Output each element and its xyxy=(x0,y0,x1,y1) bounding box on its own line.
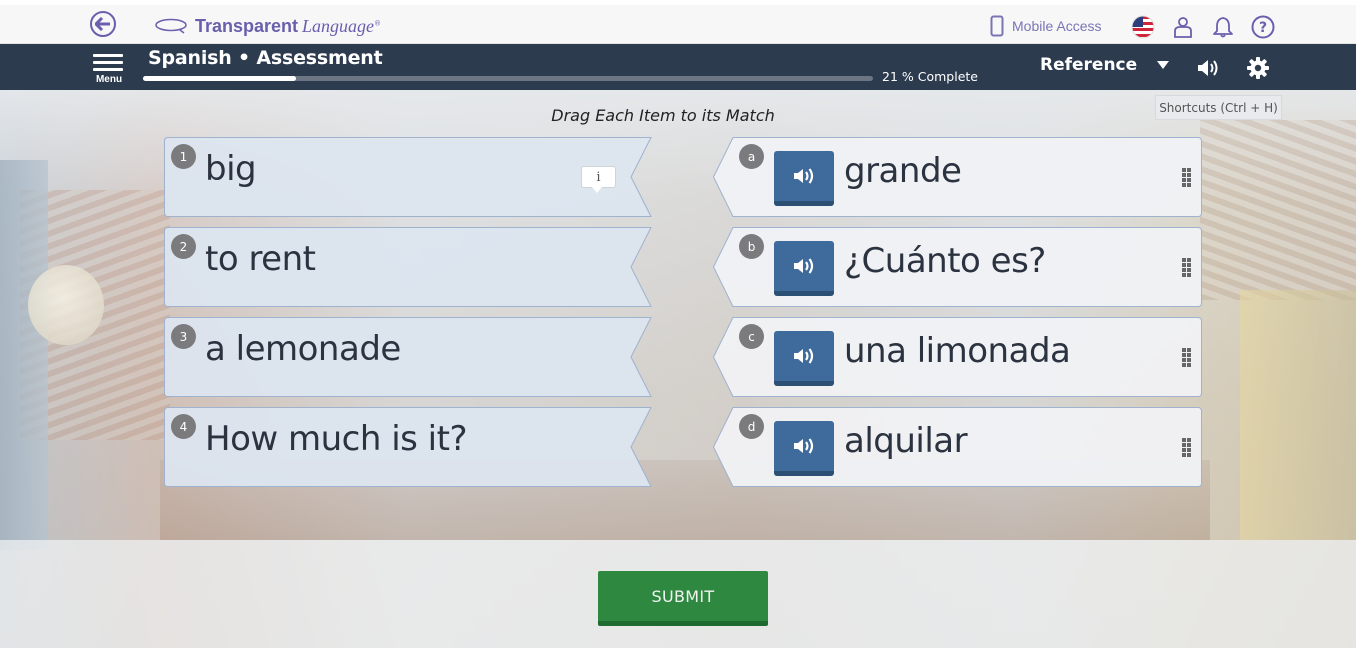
mobile-phone-icon xyxy=(990,15,1004,37)
prompt-card: 4 How much is it? xyxy=(164,407,652,487)
play-audio-button[interactable] xyxy=(774,421,834,476)
us-flag-icon xyxy=(1131,15,1155,39)
drag-handle-icon[interactable] xyxy=(1182,348,1191,368)
bell-icon xyxy=(1213,17,1233,38)
play-audio-button[interactable] xyxy=(774,241,834,296)
transparent-language-logo[interactable]: Transparent Language® xyxy=(154,13,381,39)
answer-text: una limonada xyxy=(844,331,1071,371)
prompt-number-badge: 3 xyxy=(171,324,196,349)
menu-icon-bar xyxy=(93,61,123,64)
logo-language-text: Language xyxy=(302,15,375,36)
registered-mark: ® xyxy=(374,19,382,28)
prompt-text: to rent xyxy=(205,239,316,279)
background-lamp-globe xyxy=(28,265,104,345)
course-navbar: Menu Spanish • Assessment 21 % Complete … xyxy=(0,44,1356,90)
play-audio-button[interactable] xyxy=(774,151,834,206)
progress-text: 21 % Complete xyxy=(882,69,978,84)
prompt-text: a lemonade xyxy=(205,329,401,369)
help-icon: ? xyxy=(1251,15,1275,39)
prompt-number-badge: 4 xyxy=(171,414,196,439)
answer-text: grande xyxy=(844,151,962,191)
drag-handle-icon[interactable] xyxy=(1182,258,1191,278)
submit-button[interactable]: SUBMIT xyxy=(598,571,768,626)
answer-letter-badge: a xyxy=(739,144,764,169)
reference-label: Reference xyxy=(1040,55,1138,75)
mobile-access-link[interactable]: Mobile Access xyxy=(990,14,1101,38)
prompt-text: big xyxy=(205,149,257,189)
background-lamp-post xyxy=(0,160,48,550)
answer-card-draggable[interactable]: c una limonada xyxy=(713,317,1202,397)
activity-instruction: Drag Each Item to its Match xyxy=(551,106,775,125)
svg-text:?: ? xyxy=(1259,20,1267,36)
prompt-card: 3 a lemonade xyxy=(164,317,652,397)
language-flag-button[interactable] xyxy=(1131,15,1155,39)
play-audio-button[interactable] xyxy=(774,331,834,386)
background-roof-right xyxy=(1200,120,1356,300)
profile-button[interactable] xyxy=(1171,15,1195,39)
progress-bar-fill xyxy=(143,76,297,81)
info-tooltip-button[interactable]: i xyxy=(581,166,616,193)
top-header: Transparent Language® Mobile Access ? xyxy=(0,0,1356,44)
background-house-right xyxy=(1240,290,1356,540)
prompt-number-badge: 1 xyxy=(171,144,196,169)
logo-speech-bubble-icon xyxy=(155,18,187,34)
answer-letter-badge: d xyxy=(739,414,764,439)
course-title: Spanish • Assessment xyxy=(148,47,383,69)
answer-text: ¿Cuánto es? xyxy=(844,241,1046,281)
speaker-icon xyxy=(794,168,814,184)
back-arrow-icon xyxy=(95,17,110,31)
menu-icon xyxy=(93,54,123,57)
prompt-text: How much is it? xyxy=(205,419,468,459)
drag-handle-icon[interactable] xyxy=(1182,438,1191,458)
speaker-icon xyxy=(1198,60,1218,76)
notifications-button[interactable] xyxy=(1211,15,1235,39)
back-button[interactable] xyxy=(90,11,116,37)
prompt-card: 1 big i xyxy=(164,137,652,217)
menu-label: Menu xyxy=(95,74,123,85)
mobile-access-label: Mobile Access xyxy=(1012,18,1102,34)
menu-button[interactable]: Menu xyxy=(92,52,126,88)
help-button[interactable]: ? xyxy=(1251,15,1275,39)
prompt-number-badge: 2 xyxy=(171,234,196,259)
answer-card-draggable[interactable]: d alquilar xyxy=(713,407,1202,487)
answer-text: alquilar xyxy=(844,421,968,461)
reference-dropdown[interactable]: Reference xyxy=(1040,54,1170,76)
settings-button[interactable] xyxy=(1246,56,1270,80)
gear-icon xyxy=(1247,57,1269,79)
profile-icon xyxy=(1174,17,1192,38)
shortcuts-button[interactable]: Shortcuts (Ctrl + H) xyxy=(1155,95,1282,120)
drag-handle-icon[interactable] xyxy=(1182,168,1191,188)
answer-card-draggable[interactable]: b ¿Cuánto es? xyxy=(713,227,1202,307)
progress-bar xyxy=(143,76,873,81)
logo-brand-text: Transparent xyxy=(195,15,299,36)
prompt-card: 2 to rent xyxy=(164,227,652,307)
speaker-icon xyxy=(794,348,814,364)
answer-card-draggable[interactable]: a grande xyxy=(713,137,1202,217)
chevron-down-icon xyxy=(1157,61,1170,69)
speaker-icon xyxy=(794,438,814,454)
answer-letter-badge: b xyxy=(739,234,764,259)
menu-icon-bar xyxy=(93,68,123,71)
speaker-icon xyxy=(794,258,814,274)
answer-letter-badge: c xyxy=(739,324,764,349)
audio-toggle-button[interactable] xyxy=(1196,56,1220,80)
